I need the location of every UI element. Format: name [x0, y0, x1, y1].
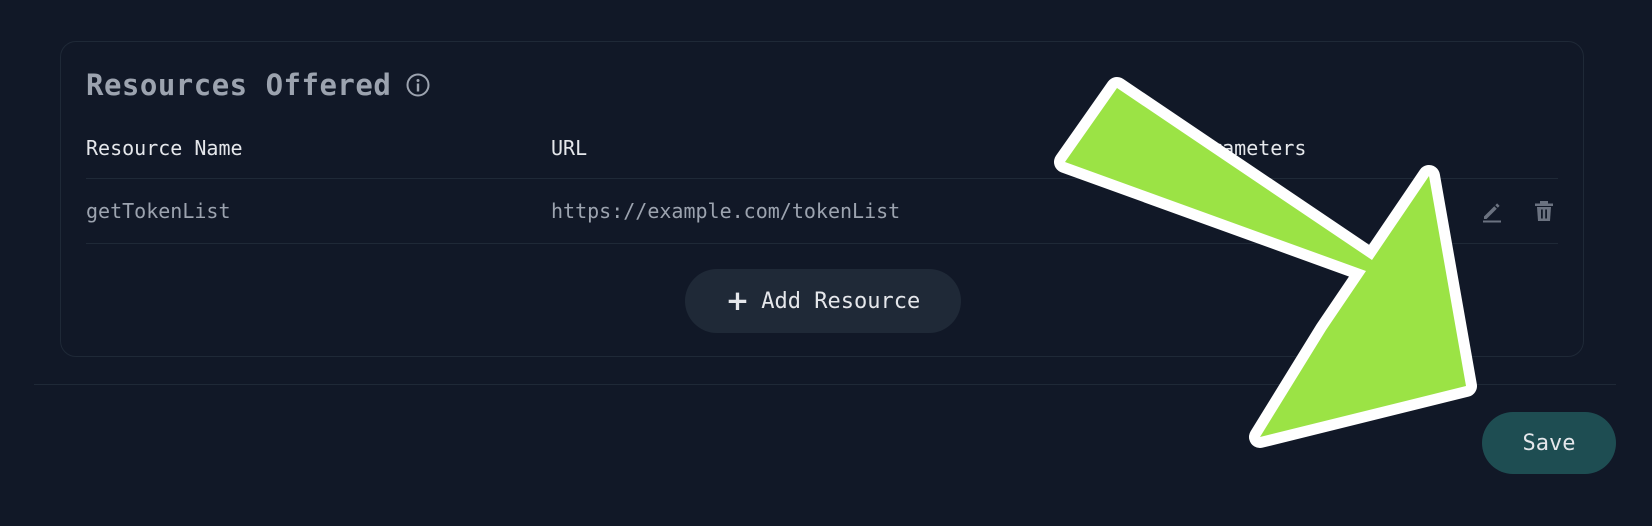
resources-table: Resource Name URL Parameters getTokenLis…: [86, 130, 1558, 244]
add-resource-button[interactable]: + Add Resource: [685, 269, 961, 333]
resources-card: Resources Offered Resource Name URL Para…: [60, 41, 1584, 357]
section-title: Resources Offered: [86, 68, 392, 102]
edit-icon[interactable]: [1478, 197, 1506, 225]
add-resource-label: Add Resource: [761, 288, 921, 314]
cell-resource-name: getTokenList: [86, 199, 231, 223]
row-actions: [1478, 197, 1558, 225]
plus-icon: +: [725, 284, 750, 317]
table-header: Resource Name URL Parameters: [86, 130, 1558, 179]
save-button[interactable]: Save: [1482, 412, 1616, 474]
header-parameters: Parameters: [1186, 136, 1307, 160]
cell-url: https://example.com/tokenList: [551, 199, 901, 223]
trash-icon[interactable]: [1530, 197, 1558, 225]
footer-divider: [34, 384, 1616, 385]
info-icon[interactable]: [405, 72, 431, 98]
card-header: Resources Offered: [86, 68, 431, 102]
table-row: getTokenList https://example.com/tokenLi…: [86, 179, 1558, 244]
header-url: URL: [551, 136, 588, 160]
header-resource-name: Resource Name: [86, 136, 243, 160]
